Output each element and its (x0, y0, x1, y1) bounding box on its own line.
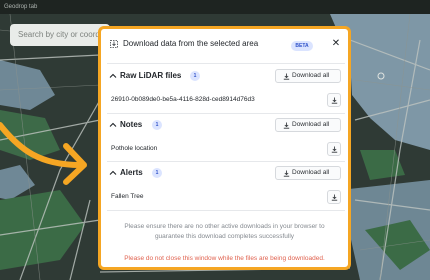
section-divider (107, 113, 345, 114)
app-title: Geodrop tab (4, 4, 38, 10)
download-icon (331, 194, 338, 201)
alert-name: Fallen Tree (111, 193, 144, 200)
do-not-close-warning: Please do not close this window while th… (124, 255, 325, 262)
chevron-up-icon[interactable] (109, 72, 117, 80)
download-all-label: Download all (292, 169, 330, 176)
header-divider (107, 63, 345, 64)
download-all-label: Download all (292, 72, 330, 79)
section-title: Raw LiDAR files (120, 71, 182, 80)
download-notice-line1: Please ensure there are no other active … (124, 223, 325, 230)
window-titlebar: Geodrop tab (0, 0, 430, 14)
section-title: Alerts (120, 168, 143, 177)
download-item-button[interactable] (327, 142, 341, 156)
download-icon (283, 73, 290, 80)
download-icon (331, 146, 338, 153)
list-item: 26910-0b089de0-be5a-4116-828d-ced8914d76… (109, 93, 341, 107)
area-download-icon (110, 40, 118, 48)
download-notice-line2: guarantee this download completes succes… (154, 233, 295, 240)
section-header-alerts[interactable]: Alerts 1 Download all (109, 166, 341, 182)
count-badge: 1 (152, 120, 162, 130)
file-name: 26910-0b089de0-be5a-4116-828d-ced8914d76… (111, 96, 255, 103)
section-header-raw-lidar[interactable]: Raw LiDAR files 1 Download all (109, 69, 341, 85)
download-icon (283, 122, 290, 129)
footer-divider (107, 210, 345, 211)
count-badge: 1 (190, 71, 200, 81)
download-dialog: Download data from the selected area BET… (98, 26, 351, 270)
section-header-notes[interactable]: Notes 1 Download all (109, 118, 341, 134)
dialog-title: Download data from the selected area (123, 39, 259, 48)
beta-badge: BETA (291, 41, 313, 51)
search-input[interactable]: Search by city or coord (10, 24, 110, 46)
download-item-button[interactable] (327, 190, 341, 204)
search-placeholder: Search by city or coord (18, 30, 100, 39)
list-item: Pothole location (109, 142, 341, 156)
note-name: Pothole location (111, 145, 158, 152)
chevron-up-icon[interactable] (109, 169, 117, 177)
count-badge: 1 (152, 168, 162, 178)
dialog-header: Download data from the selected area BET… (101, 29, 348, 59)
list-item: Fallen Tree (109, 190, 341, 204)
download-icon (283, 170, 290, 177)
download-all-label: Download all (292, 121, 330, 128)
download-all-button[interactable]: Download all (275, 69, 341, 83)
close-icon[interactable]: ✕ (331, 39, 341, 49)
download-all-button[interactable]: Download all (275, 118, 341, 132)
download-all-button[interactable]: Download all (275, 166, 341, 180)
download-icon (331, 97, 338, 104)
section-title: Notes (120, 120, 143, 129)
chevron-up-icon[interactable] (109, 121, 117, 129)
download-item-button[interactable] (327, 93, 341, 107)
section-divider (107, 161, 345, 162)
